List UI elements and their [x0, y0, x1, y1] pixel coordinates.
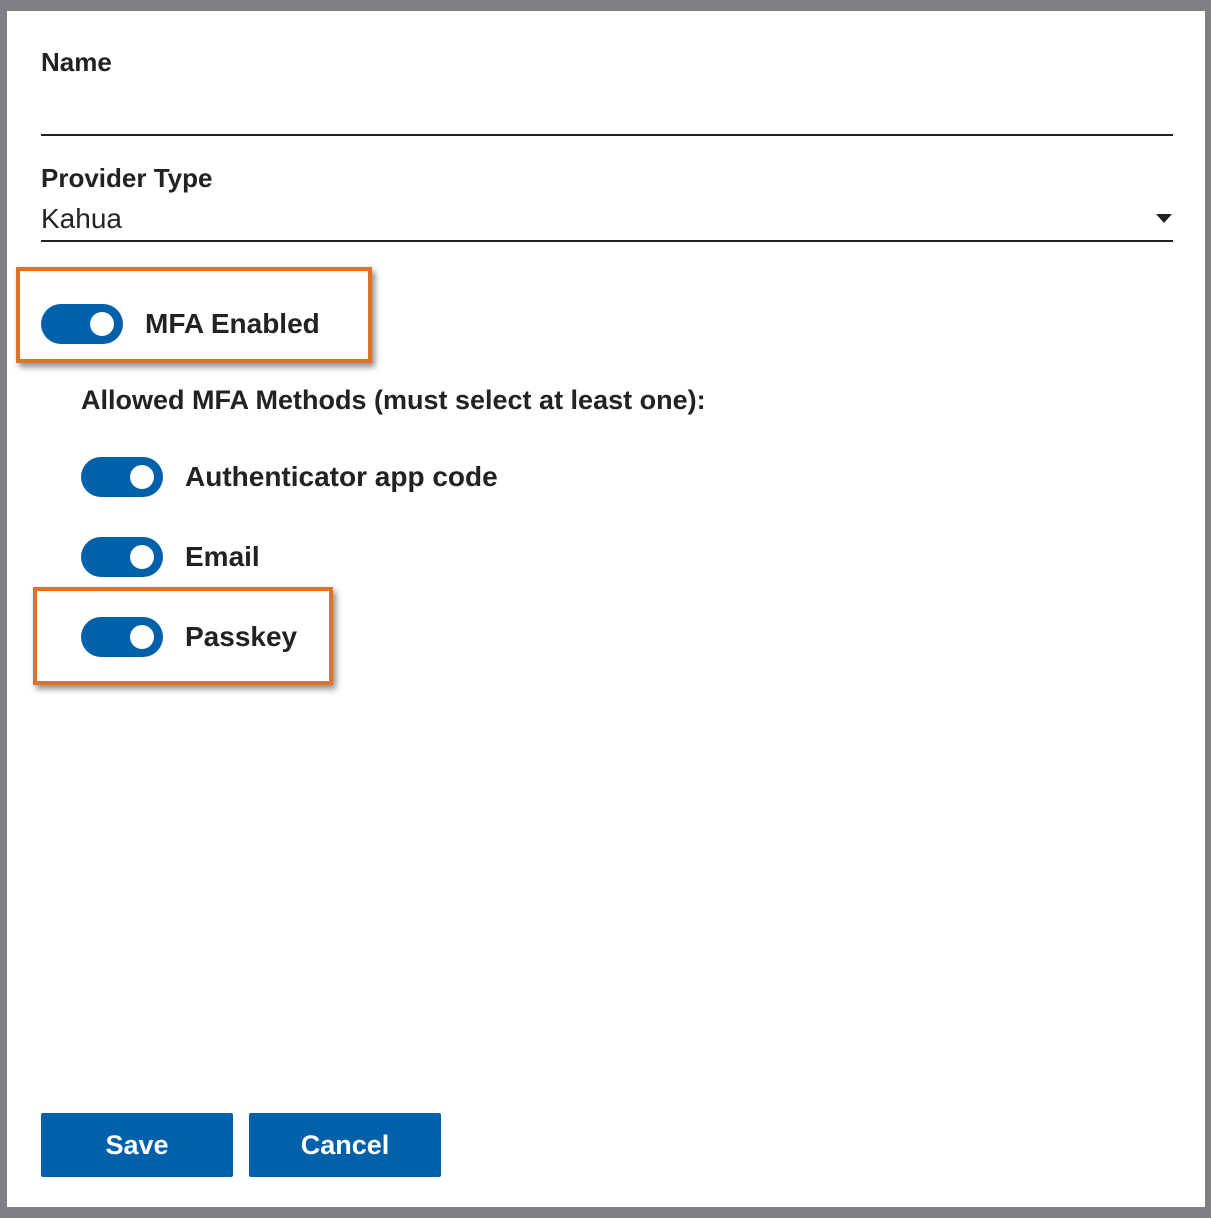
authenticator-app-toggle[interactable]: [81, 457, 163, 497]
identity-provider-dialog: Name Provider Type Kahua MFA Enabled All…: [7, 11, 1205, 1207]
provider-type-label: Provider Type: [41, 163, 213, 193]
email-toggle[interactable]: [81, 537, 163, 577]
mfa-enabled-toggle[interactable]: [41, 304, 123, 344]
provider-type-select[interactable]: [41, 197, 1173, 241]
email-label: Email: [185, 541, 260, 572]
toggle-knob: [130, 545, 154, 569]
name-label: Name: [41, 47, 112, 77]
toggle-knob: [130, 465, 154, 489]
mfa-enabled-label: MFA Enabled: [145, 308, 320, 339]
passkey-label: Passkey: [185, 621, 298, 652]
name-input[interactable]: [41, 91, 1173, 131]
provider-type-underline: [41, 240, 1173, 242]
save-button[interactable]: Save: [41, 1113, 233, 1177]
toggle-knob: [90, 312, 114, 336]
mfa-methods-heading: Allowed MFA Methods (must select at leas…: [81, 385, 706, 415]
authenticator-app-label: Authenticator app code: [185, 461, 498, 492]
name-field-underline: [41, 134, 1173, 136]
toggle-knob: [130, 625, 154, 649]
passkey-toggle[interactable]: [81, 617, 163, 657]
cancel-button[interactable]: Cancel: [249, 1113, 441, 1177]
